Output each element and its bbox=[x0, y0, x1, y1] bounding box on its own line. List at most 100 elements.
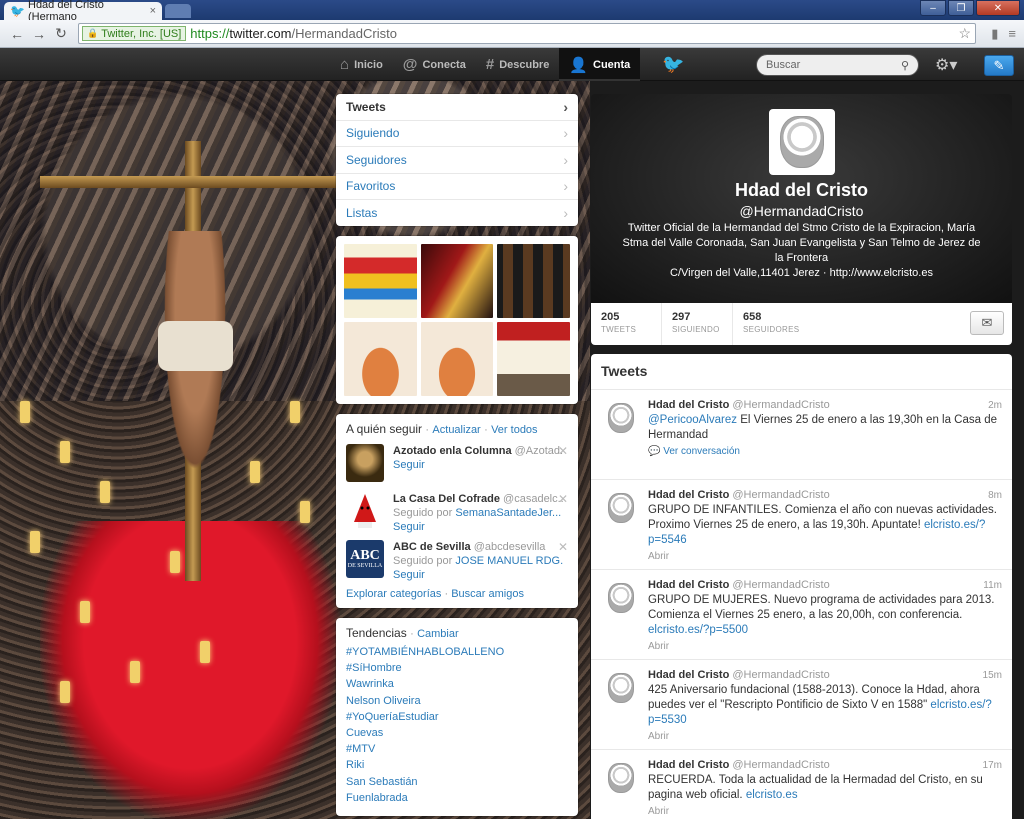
direct-message-button[interactable]: ✉ bbox=[970, 311, 1004, 335]
follow-link[interactable]: Seguir bbox=[393, 569, 425, 581]
avatar[interactable] bbox=[605, 492, 637, 524]
avatar[interactable] bbox=[605, 762, 637, 794]
trend-item[interactable]: Cuevas bbox=[346, 725, 568, 741]
maximize-button[interactable]: ❐ bbox=[948, 0, 974, 16]
tweet-time[interactable]: 11m bbox=[983, 580, 1002, 591]
nav-account[interactable]: 👤 Cuenta bbox=[559, 48, 641, 81]
avatar[interactable] bbox=[346, 492, 384, 530]
profile-nav-lists[interactable]: Listas › bbox=[336, 200, 578, 227]
back-icon[interactable]: ← bbox=[6, 23, 28, 45]
profile-nav-following[interactable]: Siguiendo › bbox=[336, 121, 578, 147]
tweet-item[interactable]: Hdad del Cristo @HermandadCristo 11m GRU… bbox=[591, 570, 1012, 660]
tweet-time[interactable]: 17m bbox=[983, 760, 1002, 771]
reload-icon[interactable]: ↻ bbox=[50, 23, 72, 45]
nav-connect[interactable]: @ Conecta bbox=[393, 48, 476, 81]
tweet-mention[interactable]: @PericooAlvarez bbox=[648, 414, 737, 426]
tweet-author[interactable]: Hdad del Cristo bbox=[648, 399, 729, 411]
avatar[interactable] bbox=[605, 672, 637, 704]
trend-item[interactable]: #YoQueríaEstudiar bbox=[346, 709, 568, 725]
dismiss-icon[interactable]: ✕ bbox=[558, 540, 568, 554]
tab-close-icon[interactable]: × bbox=[150, 5, 156, 17]
gear-icon[interactable]: ⚙▾ bbox=[935, 55, 957, 75]
trend-item[interactable]: #SíHombre bbox=[346, 660, 568, 676]
tweet-link[interactable]: elcristo.es/?p=5500 bbox=[648, 624, 748, 636]
tweet-time[interactable]: 2m bbox=[988, 400, 1002, 411]
browser-tab[interactable]: 🐦 Hdad del Cristo (Hermano × bbox=[4, 0, 162, 23]
tweet-author[interactable]: Hdad del Cristo bbox=[648, 759, 729, 771]
close-window-button[interactable]: ✕ bbox=[976, 0, 1020, 16]
tweet-author[interactable]: Hdad del Cristo bbox=[648, 489, 729, 501]
bookmark-star-icon[interactable]: ☆ bbox=[958, 25, 971, 42]
tweet-author[interactable]: Hdad del Cristo bbox=[648, 579, 729, 591]
avatar[interactable]: ABC DE SEVILLA bbox=[346, 540, 384, 578]
profile-website-link[interactable]: http://www.elcristo.es bbox=[830, 267, 933, 279]
avatar[interactable] bbox=[346, 444, 384, 482]
tweet-author[interactable]: Hdad del Cristo bbox=[648, 669, 729, 681]
trend-item[interactable]: Riki bbox=[346, 757, 568, 773]
open-tweet-link[interactable]: Abrir bbox=[648, 806, 1002, 817]
tweet-link[interactable]: elcristo.es bbox=[746, 789, 798, 801]
open-tweet-link[interactable]: Abrir bbox=[648, 551, 1002, 562]
stat-following[interactable]: 297 SIGUIENDO bbox=[662, 303, 733, 345]
media-thumbnail[interactable] bbox=[497, 322, 570, 396]
suggestion-name[interactable]: Azotado enla Columna bbox=[393, 445, 512, 457]
trend-item[interactable]: Fuenlabrada bbox=[346, 790, 568, 806]
tweet-time[interactable]: 8m bbox=[988, 490, 1002, 501]
compose-tweet-button[interactable]: ✎ bbox=[984, 55, 1014, 76]
nav-discover[interactable]: # Descubre bbox=[476, 48, 559, 81]
view-all-link[interactable]: Ver todos bbox=[491, 424, 537, 436]
tweet-item[interactable]: Hdad del Cristo @HermandadCristo 8m GRUP… bbox=[591, 480, 1012, 570]
stat-tweets[interactable]: 205 TWEETS bbox=[591, 303, 662, 345]
minimize-button[interactable]: – bbox=[920, 0, 946, 16]
media-thumbnail[interactable] bbox=[344, 244, 417, 318]
trend-item[interactable]: #MTV bbox=[346, 741, 568, 757]
tweet-item[interactable]: Hdad del Cristo @HermandadCristo 2m @Per… bbox=[591, 390, 1012, 480]
trend-item[interactable]: San Sebastián bbox=[346, 774, 568, 790]
search-input[interactable]: Buscar ⚲ bbox=[756, 54, 919, 76]
trend-item[interactable]: Nelson Oliveira bbox=[346, 693, 568, 709]
media-thumbnail[interactable] bbox=[420, 322, 494, 396]
change-trends-link[interactable]: Cambiar bbox=[417, 628, 459, 640]
media-thumbnail[interactable] bbox=[497, 244, 570, 318]
profile-nav-tweets[interactable]: Tweets › bbox=[336, 94, 578, 121]
trend-item[interactable]: #YOTAMBIÉNHABLOBALLENO bbox=[346, 644, 568, 660]
nav-home[interactable]: ⌂ Inicio bbox=[330, 48, 393, 81]
suggestion-name[interactable]: ABC de Sevilla bbox=[393, 541, 471, 553]
find-friends-link[interactable]: Buscar amigos bbox=[451, 588, 524, 600]
profile-avatar[interactable] bbox=[769, 109, 835, 175]
media-thumbnail[interactable] bbox=[420, 244, 494, 318]
followed-by-link[interactable]: JOSE MANUEL RDG... bbox=[455, 555, 563, 567]
new-tab-button[interactable] bbox=[165, 4, 191, 18]
explore-categories-link[interactable]: Explorar categorías bbox=[346, 588, 441, 600]
compose-icon: ✎ bbox=[993, 57, 1005, 73]
open-tweet-link[interactable]: Abrir bbox=[648, 641, 1002, 652]
avatar[interactable] bbox=[605, 402, 637, 434]
address-bar[interactable]: 🔒 Twitter, Inc. [US] https://twitter.com /… bbox=[78, 23, 976, 44]
tweet-item[interactable]: Hdad del Cristo @HermandadCristo 17m REC… bbox=[591, 750, 1012, 819]
follow-link[interactable]: Seguir bbox=[393, 459, 425, 471]
ev-certificate-badge[interactable]: 🔒 Twitter, Inc. [US] bbox=[82, 26, 187, 41]
search-icon[interactable]: ⚲ bbox=[901, 59, 909, 72]
tweet-item[interactable]: Hdad del Cristo @HermandadCristo 15m 425… bbox=[591, 660, 1012, 750]
dismiss-icon[interactable]: ✕ bbox=[558, 444, 568, 458]
open-tweet-link[interactable]: Abrir bbox=[648, 731, 1002, 742]
media-thumbnail[interactable] bbox=[344, 322, 417, 396]
twitter-logo-icon[interactable]: 🐦 bbox=[662, 54, 684, 75]
wrench-menu-icon[interactable]: ≡ bbox=[1008, 26, 1016, 42]
profile-card: Hdad del Cristo @HermandadCristo Twitter… bbox=[591, 94, 1012, 303]
forward-icon[interactable]: → bbox=[28, 23, 50, 45]
stat-followers[interactable]: 658 SEGUIDORES bbox=[733, 303, 804, 345]
profile-nav-followers[interactable]: Seguidores › bbox=[336, 147, 578, 174]
profile-nav-favorites[interactable]: Favoritos › bbox=[336, 174, 578, 200]
tweet-timeline: Tweets Hdad del Cristo @HermandadCristo … bbox=[591, 354, 1012, 819]
follow-link[interactable]: Seguir bbox=[393, 521, 425, 533]
avatar[interactable] bbox=[605, 582, 637, 614]
suggestion-name[interactable]: La Casa Del Cofrade bbox=[393, 493, 500, 505]
tweet-time[interactable]: 15m bbox=[983, 670, 1002, 681]
refresh-link[interactable]: Actualizar bbox=[432, 424, 480, 436]
signal-icon[interactable]: ▮ bbox=[991, 26, 998, 42]
trend-item[interactable]: Wawrinka bbox=[346, 676, 568, 692]
dismiss-icon[interactable]: ✕ bbox=[558, 492, 568, 506]
view-conversation-link[interactable]: 💬 Ver conversación bbox=[648, 446, 1002, 457]
followed-by-link[interactable]: SemanaSantadeJer... bbox=[455, 507, 561, 519]
